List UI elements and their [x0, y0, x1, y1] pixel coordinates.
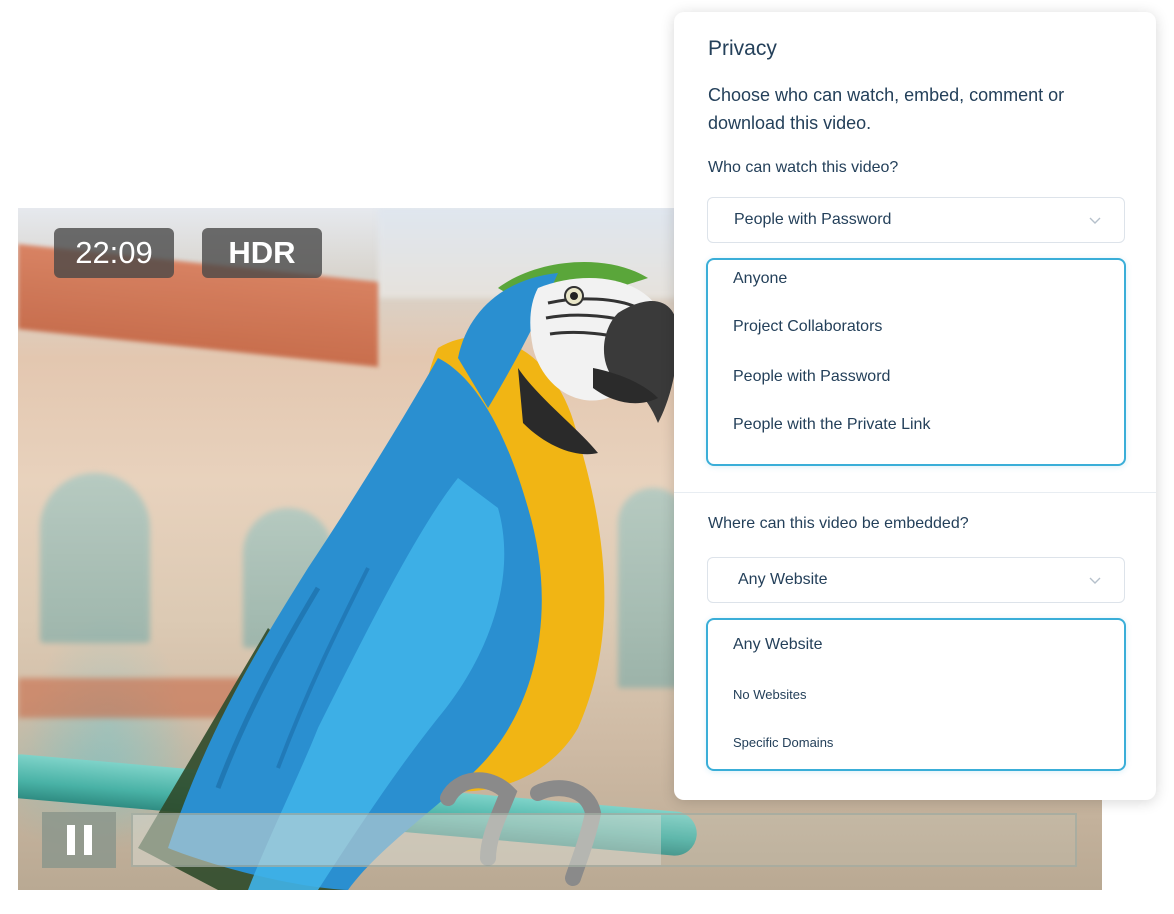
hdr-badge: HDR [202, 228, 322, 278]
panel-title: Privacy [708, 37, 777, 60]
embed-option-specific-domains[interactable]: Specific Domains [733, 735, 833, 750]
pause-icon [83, 825, 92, 855]
embed-label: Where can this video be embedded? [708, 515, 969, 532]
watch-label: Who can watch this video? [708, 159, 899, 176]
timestamp-badge: 22:09 [54, 228, 174, 278]
watch-select-value: People with Password [734, 211, 892, 228]
embed-select[interactable]: Any Website [707, 557, 1125, 603]
watch-options-list: Anyone Project Collaborators People with… [706, 258, 1126, 466]
watch-option-anyone[interactable]: Anyone [733, 270, 787, 288]
section-divider [674, 492, 1156, 493]
embed-option-any-website[interactable]: Any Website [733, 636, 823, 654]
playback-controls [42, 812, 1078, 868]
embed-select-value: Any Website [738, 571, 828, 588]
watch-option-people-with-password[interactable]: People with Password [733, 368, 890, 386]
watch-option-private-link[interactable]: People with the Private Link [733, 416, 930, 434]
watch-select[interactable]: People with Password [707, 197, 1125, 243]
pause-icon [66, 825, 75, 855]
privacy-panel: Privacy Choose who can watch, embed, com… [674, 12, 1156, 800]
chevron-down-icon [1089, 217, 1101, 224]
embed-option-no-websites[interactable]: No Websites [733, 687, 806, 702]
embed-options-list: Any Website No Websites Specific Domains [706, 618, 1126, 771]
progress-fill [133, 815, 661, 865]
pause-button[interactable] [42, 812, 116, 868]
watch-option-project-collaborators[interactable]: Project Collaborators [733, 318, 882, 336]
panel-description: Choose who can watch, embed, comment or … [708, 85, 1065, 133]
progress-bar[interactable] [131, 813, 1077, 867]
chevron-down-icon [1089, 577, 1101, 584]
